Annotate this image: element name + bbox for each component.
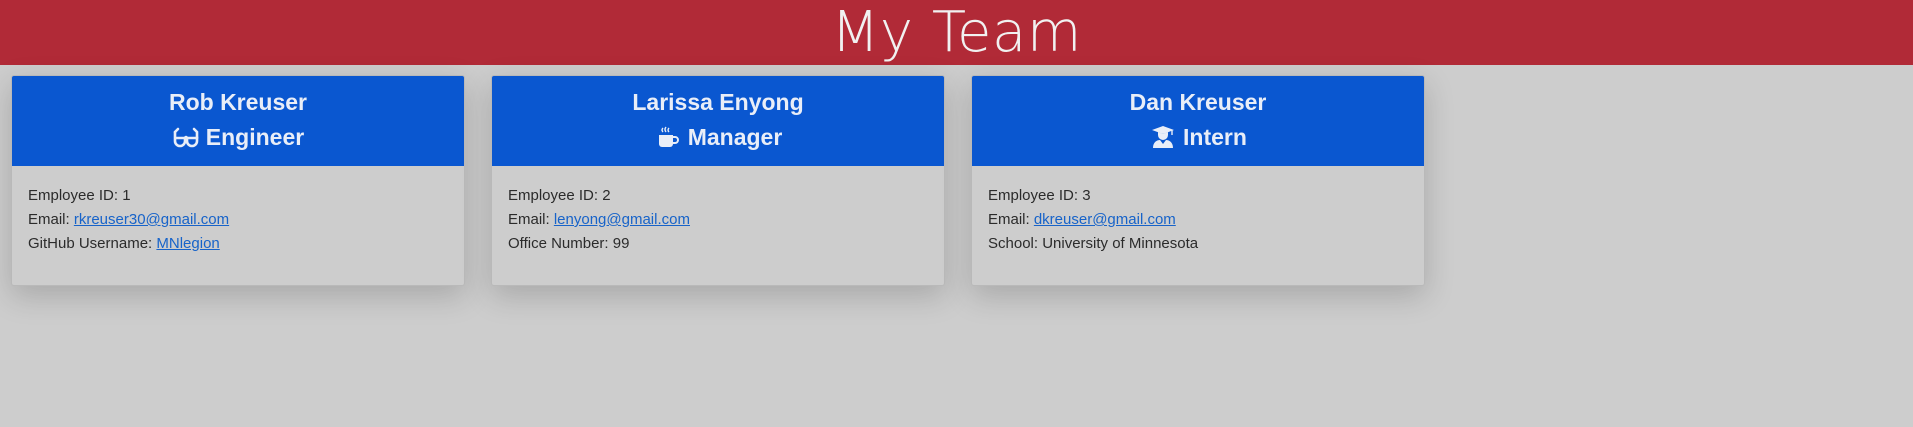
employee-email-label: Email:	[988, 211, 1034, 228]
employee-email-line: Email: dkreuser@gmail.com	[988, 208, 1408, 232]
employee-id-value: 1	[122, 187, 131, 204]
employee-github-line: GitHub Username: MNlegion	[28, 232, 448, 256]
employee-name: Larissa Enyong	[632, 89, 804, 115]
graduate-icon	[1149, 123, 1177, 151]
employee-email-line: Email: lenyong@gmail.com	[508, 208, 928, 232]
employee-card-intern: Dan Kreuser Intern Employee ID: 3 Email:…	[971, 75, 1425, 286]
card-header: Larissa Enyong Manager	[492, 76, 944, 166]
employee-id-line: Employee ID: 3	[988, 184, 1408, 208]
employee-id-value: 3	[1082, 187, 1091, 204]
card-body: Employee ID: 3 Email: dkreuser@gmail.com…	[972, 166, 1424, 274]
employee-role: Manager	[492, 118, 944, 156]
mug-icon	[654, 123, 682, 151]
card-header: Rob Kreuser Engineer	[12, 76, 464, 166]
employee-school-label: School:	[988, 235, 1043, 252]
employee-role-label: Intern	[1183, 124, 1247, 150]
employee-role-label: Manager	[687, 124, 783, 150]
employee-name: Dan Kreuser	[1129, 89, 1267, 115]
employee-email-label: Email:	[508, 211, 554, 228]
employee-id-line: Employee ID: 1	[28, 184, 448, 208]
employee-id-label: Employee ID:	[28, 187, 123, 204]
employee-github-label: GitHub Username:	[28, 235, 157, 252]
employee-email-link[interactable]: dkreuser@gmail.com	[1034, 211, 1176, 228]
card-header: Dan Kreuser Intern	[972, 76, 1424, 166]
employee-name: Rob Kreuser	[168, 89, 308, 115]
employee-id-line: Employee ID: 2	[508, 184, 928, 208]
employee-role-label: Engineer	[205, 124, 305, 150]
employee-role: Intern	[972, 118, 1424, 156]
card-body: Employee ID: 1 Email: rkreuser30@gmail.c…	[12, 166, 464, 274]
employee-email-link[interactable]: lenyong@gmail.com	[554, 211, 690, 228]
employee-office-value: 99	[612, 235, 630, 252]
glasses-icon	[172, 123, 200, 151]
employee-email-link[interactable]: rkreuser30@gmail.com	[74, 211, 229, 228]
page-header: My Team	[0, 0, 1913, 65]
employee-email-label: Email:	[28, 211, 74, 228]
employee-card-manager: Larissa Enyong Manager Employee ID: 2 Em…	[491, 75, 945, 286]
employee-id-label: Employee ID:	[988, 187, 1083, 204]
employee-id-value: 2	[602, 187, 611, 204]
employee-office-line: Office Number: 99	[508, 232, 928, 256]
employee-school-line: School: University of Minnesota	[988, 232, 1408, 256]
page-title: My Team	[831, 0, 1082, 65]
employee-email-line: Email: rkreuser30@gmail.com	[28, 208, 448, 232]
employee-role: Engineer	[12, 118, 464, 156]
employee-office-label: Office Number:	[508, 235, 613, 252]
employee-card-engineer: Rob Kreuser Engineer Employee ID: 1 Emai…	[11, 75, 465, 286]
card-body: Employee ID: 2 Email: lenyong@gmail.com …	[492, 166, 944, 274]
employee-github-link[interactable]: MNlegion	[156, 235, 219, 252]
employee-id-label: Employee ID:	[508, 187, 603, 204]
employee-school-value: University of Minnesota	[1042, 235, 1199, 252]
